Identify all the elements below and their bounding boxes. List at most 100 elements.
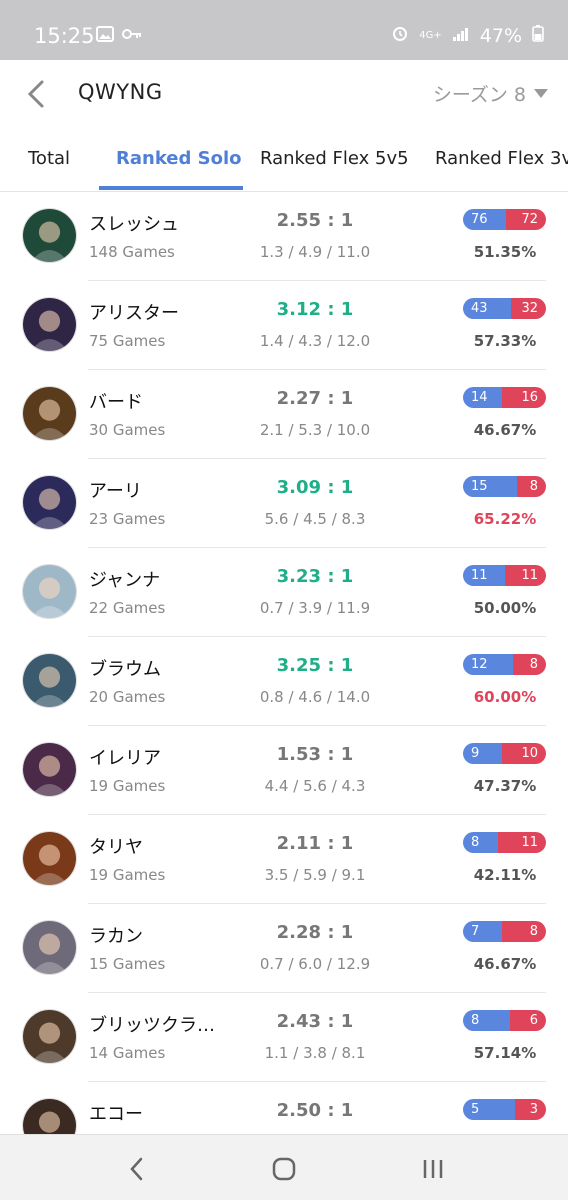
champion-row[interactable]: イレリア 19 Games 1.53 : 1 4.4 / 5.6 / 4.3 9… [0, 726, 568, 815]
champion-row[interactable]: バード 30 Games 2.27 : 1 2.1 / 5.3 / 10.0 1… [0, 370, 568, 459]
active-tab-indicator [99, 186, 243, 190]
wins-count: 11 [463, 565, 505, 586]
win-loss-bar: 9 10 [463, 743, 546, 764]
losses-count: 3 [515, 1099, 546, 1120]
average-kda: 1.1 / 3.8 / 8.1 [264, 1044, 366, 1062]
win-loss-bar: 76 72 [463, 209, 546, 230]
champion-name: ブリッツクラ… [89, 1015, 215, 1036]
win-loss-bar: 12 8 [463, 654, 546, 675]
games-count: 19 Games [89, 866, 166, 884]
average-kda: 1.3 / 4.9 / 11.0 [259, 243, 371, 261]
status-time: 15:25 [34, 24, 95, 48]
wins-count: 12 [463, 654, 513, 675]
champion-row[interactable]: エコー 2.50 : 1 5 3 [0, 1082, 568, 1134]
signal-icon [452, 25, 470, 47]
season-label: シーズン 8 [432, 84, 526, 106]
losses-count: 11 [498, 832, 546, 853]
champion-name: スレッシュ [89, 214, 179, 235]
wins-count: 8 [463, 832, 498, 853]
kda-ratio: 3.25 : 1 [276, 655, 354, 676]
games-count: 15 Games [89, 955, 166, 973]
champion-avatar [22, 386, 77, 441]
nav-recents-button[interactable] [418, 1155, 448, 1183]
season-selector[interactable]: シーズン 8 [433, 80, 548, 107]
average-kda: 3.5 / 5.9 / 9.1 [264, 866, 366, 884]
win-loss-bar: 43 32 [463, 298, 546, 319]
average-kda: 2.1 / 5.3 / 10.0 [259, 421, 371, 439]
average-kda: 0.8 / 4.6 / 14.0 [259, 688, 371, 706]
win-rate: 65.22% [473, 510, 537, 528]
key-icon [122, 26, 142, 45]
losses-count: 16 [502, 387, 546, 408]
win-rate: 42.11% [473, 866, 537, 884]
win-rate: 57.14% [473, 1044, 537, 1062]
caret-down-icon [534, 89, 548, 98]
tab-total[interactable]: Total [28, 148, 70, 169]
tab-ranked-flex-3v3[interactable]: Ranked Flex 3v3 [435, 148, 568, 169]
losses-count: 72 [506, 209, 546, 230]
champion-name: ジャンナ [89, 570, 161, 591]
win-rate: 46.67% [473, 421, 537, 439]
champion-row[interactable]: スレッシュ 148 Games 2.55 : 1 1.3 / 4.9 / 11.… [0, 192, 568, 281]
average-kda: 0.7 / 3.9 / 11.9 [259, 599, 371, 617]
win-loss-bar: 11 11 [463, 565, 546, 586]
champion-avatar [22, 297, 77, 352]
champion-name: ラカン [89, 926, 143, 947]
win-rate: 60.00% [473, 688, 537, 706]
losses-count: 8 [502, 921, 546, 942]
win-loss-bar: 8 6 [463, 1010, 546, 1031]
champion-avatar [22, 920, 77, 975]
champion-avatar [22, 564, 77, 619]
win-rate: 51.35% [473, 243, 537, 261]
wins-count: 76 [463, 209, 506, 230]
win-rate: 50.00% [473, 599, 537, 617]
champion-avatar [22, 1098, 77, 1134]
kda-ratio: 2.27 : 1 [276, 388, 354, 409]
average-kda: 5.6 / 4.5 / 8.3 [264, 510, 366, 528]
alarm-icon [391, 24, 409, 47]
champion-row[interactable]: ブラウム 20 Games 3.25 : 1 0.8 / 4.6 / 14.0 … [0, 637, 568, 726]
games-count: 20 Games [89, 688, 166, 706]
champion-avatar [22, 1009, 77, 1064]
champion-row[interactable]: ジャンナ 22 Games 3.23 : 1 0.7 / 3.9 / 11.9 … [0, 548, 568, 637]
champion-row[interactable]: ブリッツクラ… 14 Games 2.43 : 1 1.1 / 3.8 / 8.… [0, 993, 568, 1082]
win-rate: 46.67% [473, 955, 537, 973]
nav-back-button[interactable] [122, 1155, 152, 1183]
win-loss-bar: 8 11 [463, 832, 546, 853]
champion-avatar [22, 653, 77, 708]
wins-count: 7 [463, 921, 502, 942]
champion-name: アーリ [89, 481, 142, 502]
back-button[interactable] [22, 76, 52, 112]
champion-name: バード [89, 392, 143, 413]
tab-ranked-solo[interactable]: Ranked Solo [116, 148, 242, 169]
games-count: 148 Games [89, 243, 175, 261]
gallery-icon [96, 26, 114, 46]
wins-count: 15 [463, 476, 517, 497]
champion-row[interactable]: アーリ 23 Games 3.09 : 1 5.6 / 4.5 / 8.3 15… [0, 459, 568, 548]
nav-home-button[interactable] [269, 1155, 299, 1183]
wins-count: 9 [463, 743, 502, 764]
kda-ratio: 2.11 : 1 [276, 833, 354, 854]
battery-icon [532, 24, 544, 47]
wins-count: 8 [463, 1010, 510, 1031]
kda-ratio: 3.12 : 1 [276, 299, 354, 320]
win-loss-bar: 5 3 [463, 1099, 546, 1120]
games-count: 30 Games [89, 421, 166, 439]
losses-count: 8 [517, 476, 546, 497]
games-count: 19 Games [89, 777, 166, 795]
kda-ratio: 2.55 : 1 [276, 210, 354, 231]
kda-ratio: 2.50 : 1 [276, 1100, 354, 1121]
champion-row[interactable]: タリヤ 19 Games 2.11 : 1 3.5 / 5.9 / 9.1 8 … [0, 815, 568, 904]
kda-ratio: 1.53 : 1 [276, 744, 354, 765]
champion-name: ブラウム [89, 659, 161, 680]
app-header: QWYNG シーズン 8 [0, 60, 568, 130]
games-count: 23 Games [89, 510, 166, 528]
champion-list[interactable]: スレッシュ 148 Games 2.55 : 1 1.3 / 4.9 / 11.… [0, 192, 568, 1134]
games-count: 75 Games [89, 332, 166, 350]
win-rate: 47.37% [473, 777, 537, 795]
losses-count: 11 [505, 565, 546, 586]
champion-row[interactable]: ラカン 15 Games 2.28 : 1 0.7 / 6.0 / 12.9 7… [0, 904, 568, 993]
win-loss-bar: 14 16 [463, 387, 546, 408]
tab-ranked-flex-5v5[interactable]: Ranked Flex 5v5 [260, 148, 409, 169]
champion-row[interactable]: アリスター 75 Games 3.12 : 1 1.4 / 4.3 / 12.0… [0, 281, 568, 370]
